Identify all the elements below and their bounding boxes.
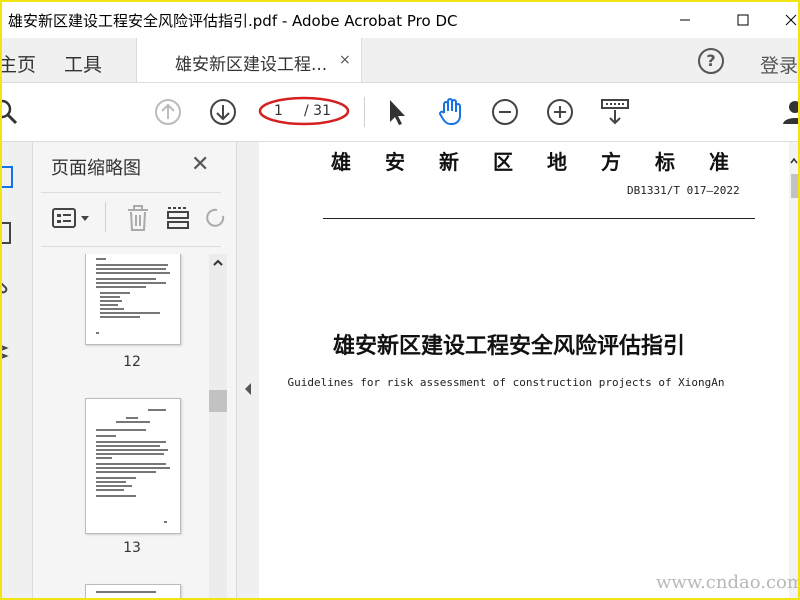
maximize-button[interactable] — [720, 6, 766, 34]
tab-document-label: 雄安新区建设工程... — [175, 55, 328, 75]
login-button[interactable]: 登录 — [760, 51, 798, 78]
document-scrollbar[interactable] — [789, 142, 798, 598]
search-icon[interactable] — [0, 97, 20, 127]
panel-divider — [41, 192, 221, 193]
panel-close-button[interactable]: ✕ — [191, 152, 209, 177]
page-number-13: 13 — [123, 540, 141, 556]
insert-page-icon[interactable] — [165, 204, 191, 232]
next-page-icon[interactable] — [208, 97, 238, 127]
tab-home[interactable]: 主页 — [2, 50, 36, 77]
layers-icon[interactable] — [0, 338, 16, 366]
tab-bar: 主页 工具 雄安新区建设工程... × ? 登录 — [2, 38, 798, 83]
standard-header: 雄安新区地方标准 — [331, 150, 763, 174]
panel-divider-2 — [41, 246, 221, 247]
select-arrow-icon[interactable] — [382, 97, 412, 127]
help-button[interactable]: ? — [698, 48, 724, 74]
page-thumbnail-14[interactable] — [85, 584, 181, 598]
watermark: www.cndao.com — [656, 572, 800, 593]
thumbnail-scrollbar-thumb[interactable] — [209, 390, 227, 412]
scroll-mode-icon[interactable] — [600, 97, 630, 127]
panel-collapse-strip[interactable] — [237, 142, 259, 598]
thumbnails-panel: 页面缩略图 ✕ 12 13 — [33, 142, 237, 598]
delete-icon[interactable] — [125, 204, 151, 232]
panel-title: 页面缩略图 — [51, 158, 141, 179]
bookmark-icon[interactable] — [0, 220, 16, 248]
navigation-rail — [0, 142, 33, 598]
hand-tool-icon[interactable] — [436, 97, 466, 127]
tab-close-button[interactable]: × — [339, 52, 351, 68]
previous-page-icon[interactable] — [153, 97, 183, 127]
page-thumbnail-13[interactable] — [85, 398, 181, 534]
page-number-12: 12 — [123, 354, 141, 370]
close-icon — [785, 14, 797, 26]
scroll-up-icon[interactable] — [209, 256, 227, 270]
page-thumbnail-12[interactable] — [85, 254, 181, 345]
collapse-arrow-icon[interactable] — [243, 382, 253, 396]
document-page: 雄安新区地方标准 DB1331/T 017—2022 雄安新区建设工程安全风险评… — [259, 142, 789, 598]
close-window-button[interactable] — [768, 6, 798, 34]
tab-document[interactable]: 雄安新区建设工程... × — [136, 38, 362, 82]
thumbnail-scrollbar-track[interactable] — [209, 254, 227, 598]
user-icon[interactable] — [780, 97, 800, 127]
zoom-out-icon[interactable] — [490, 97, 520, 127]
toolbar-divider — [364, 97, 365, 127]
zoom-in-icon[interactable] — [545, 97, 575, 127]
title-bar: 雄安新区建设工程安全风险评估指引.pdf - Adobe Acrobat Pro… — [2, 2, 798, 38]
maximize-icon — [737, 14, 749, 26]
tab-tools[interactable]: 工具 — [64, 50, 102, 77]
thumbnail-options-icon[interactable] — [51, 206, 97, 232]
document-scroll-thumb[interactable] — [791, 174, 798, 198]
attachment-icon[interactable] — [0, 274, 16, 302]
document-subtitle: Guidelines for risk assessment of constr… — [287, 376, 725, 389]
page-navigator: 1 / 31 — [258, 96, 350, 126]
minimize-button[interactable] — [662, 6, 708, 34]
document-title: 雄安新区建设工程安全风险评估指引 — [332, 334, 685, 359]
rotate-icon[interactable] — [205, 204, 225, 232]
minimize-icon — [680, 19, 690, 21]
header-rule — [323, 218, 755, 219]
scroll-up-arrow-icon[interactable] — [789, 156, 798, 166]
screenshot-frame: 雄安新区建设工程安全风险评估指引.pdf - Adobe Acrobat Pro… — [0, 0, 800, 600]
tool-divider — [105, 202, 106, 232]
page-thumbnails-icon[interactable] — [0, 164, 16, 192]
window-title: 雄安新区建设工程安全风险评估指引.pdf - Adobe Acrobat Pro… — [8, 12, 458, 30]
current-page-input[interactable]: 1 — [274, 103, 283, 119]
toolbar: 1 / 31 — [2, 83, 798, 142]
standard-code: DB1331/T 017—2022 — [627, 184, 740, 197]
total-pages: / 31 — [304, 103, 331, 119]
